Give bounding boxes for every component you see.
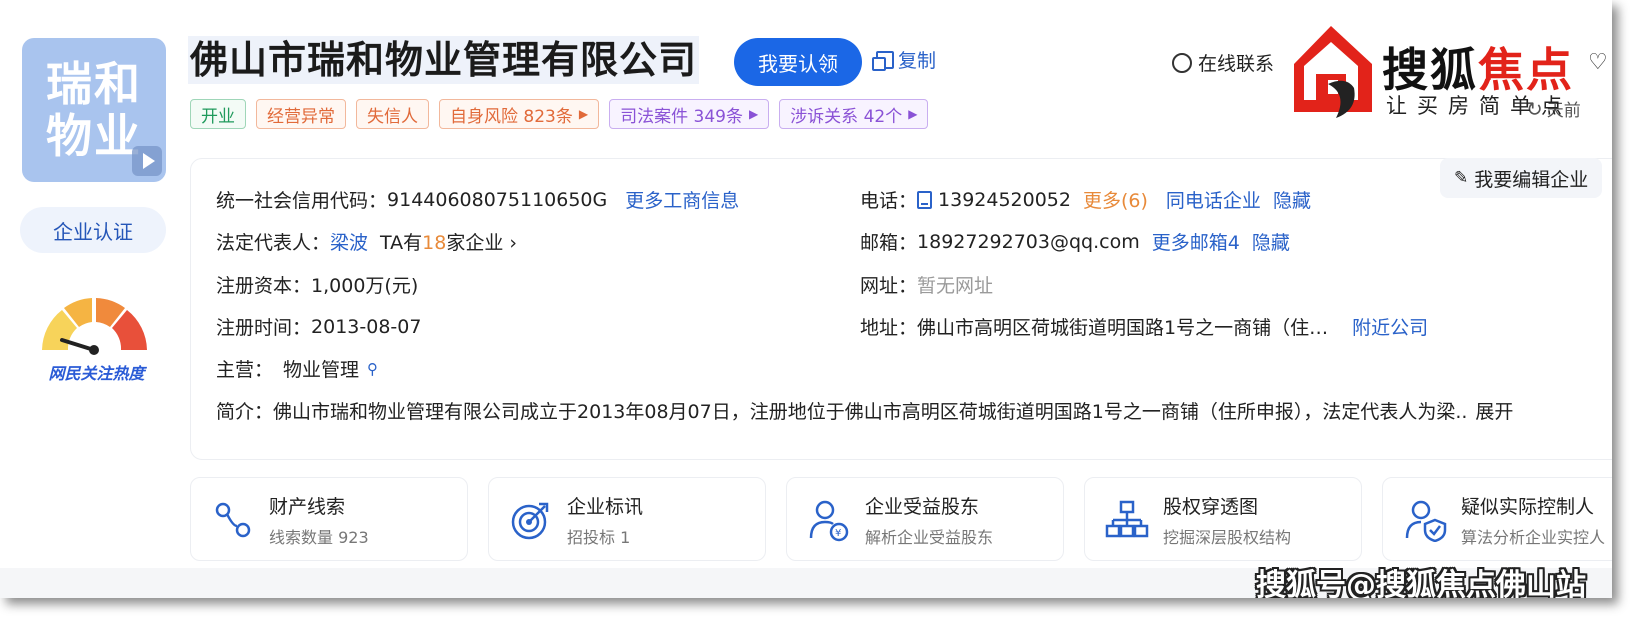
address-value: 佛山市高明区荷城街道明国路1号之一商铺（住… [917,317,1329,339]
reg-time-value: 2013-08-07 [311,315,422,338]
online-contact-label: 在线联系 [1198,53,1275,75]
reg-capital-row: 注册资本： 1,000万(元) [216,271,418,298]
watermark-tagline: 让买房简单点 [1386,94,1572,118]
email-hide-link[interactable]: 隐藏 [1252,228,1290,255]
tag-dishonest[interactable]: 失信人 [356,99,429,129]
phone-icon [917,190,933,209]
chat-icon [1172,52,1192,73]
website-row: 网址： 暂无网址 [860,271,993,298]
intro-expand-link[interactable]: 展开 [1475,397,1513,424]
same-phone-companies-link[interactable]: 同电话企业 [1166,186,1261,213]
phone-more-link[interactable]: 更多(6) [1083,186,1148,213]
copy-link[interactable]: 复制 [872,46,937,73]
beneficiary-icon: ¥ [809,500,849,542]
phone-hide-link[interactable]: 隐藏 [1273,186,1311,213]
watermark-brand-accent: 焦点 [1478,43,1574,97]
website-value: 暂无网址 [917,275,994,297]
credit-code-row: 统一社会信用代码： 91440608075110650G 更多工商信息 [216,186,739,213]
reg-time-row: 注册时间： 2013-08-07 [216,315,422,340]
tag-abnormal[interactable]: 经营异常 [256,99,346,129]
nearby-companies-link[interactable]: 附近公司 [1352,313,1428,340]
controller-shield-icon [1405,500,1447,542]
claim-button[interactable]: 我要认领 [734,38,862,86]
logo-line-1: 瑞和 [46,57,142,111]
main-business-value: 物业管理 [283,359,360,381]
bid-target-icon [511,502,549,540]
asset-clue-icon [215,502,251,538]
page-frame: 瑞和 物业 企业认证 网民关注热度 佛山市瑞和物业管理有限公司 我要认领 复制 … [0,0,1612,598]
svg-text:¥: ¥ [835,528,841,539]
status-tags: 开业 经营异常 失信人 自身风险 823条 ▶ 司法案件 349条 ▶ 涉诉关系 4… [190,99,929,129]
edit-company-button[interactable]: ✎ 我要编辑企业 [1440,158,1603,198]
feature-card-controller[interactable]: 疑似实际控制人 算法分析企业实控人 [1382,477,1612,561]
legal-rep-companies-link[interactable]: TA有18家企业 › [380,228,517,255]
search-icon[interactable]: ⚲ [367,360,378,378]
caret-right-icon: ▶ [578,107,589,121]
copy-label: 复制 [898,50,937,72]
tag-open[interactable]: 开业 [190,99,246,129]
watermark-bottom-text: 搜狐号@搜狐焦点佛山站 [1256,568,1586,598]
enterprise-cert-button[interactable]: 企业认证 [20,207,166,253]
watermark-brand-main: 搜狐 [1382,43,1478,97]
copy-icon [872,50,894,71]
feature-card-asset-clues[interactable]: 财产线索 线索数量 923 [190,477,468,561]
online-contact-link[interactable]: 在线联系 [1172,49,1274,76]
tag-litigation[interactable]: 涉诉关系 42个 ▶ [779,99,929,129]
phone-row: 电话： 13924520052 更多(6) 同电话企业 隐藏 [860,186,1311,213]
sohu-focus-watermark: 搜狐焦点 让买房简单点 [1288,24,1588,120]
play-icon[interactable] [132,146,162,176]
intro-row: 简介： 佛山市瑞和物业管理有限公司成立于2013年08月07日，注册地位于佛山市… [216,397,1513,424]
legal-rep-name-link[interactable]: 梁波 [330,228,368,255]
heat-gauge-icon [42,298,147,355]
heat-label: 网民关注热度 [48,364,145,383]
company-name: 佛山市瑞和物业管理有限公司 [188,36,700,84]
email-row: 邮箱： 18927292703@qq.com 更多邮箱4 隐藏 [860,228,1290,255]
logo-line-2: 物业 [46,109,142,163]
caret-right-icon: ▶ [748,107,759,121]
more-emails-link[interactable]: 更多邮箱4 [1152,228,1240,255]
main-business-row: 主营： 物业管理 ⚲ [216,355,378,382]
tag-self-risk[interactable]: 自身风险 823条 ▶ [439,99,600,129]
caret-right-icon: ▶ [908,107,918,121]
company-logo[interactable]: 瑞和 物业 [22,38,166,182]
heart-icon[interactable]: ♡ [1588,50,1608,75]
chevron-right-icon: › [509,232,518,254]
house-logo-icon [1294,26,1372,118]
feature-card-equity-tree[interactable]: 股权穿透图 挖掘深层股权结构 [1084,477,1362,561]
edit-company-label: 我要编辑企业 [1474,168,1589,191]
reg-capital-value: 1,000万(元) [311,275,419,297]
tag-judicial-cases[interactable]: 司法案件 349条 ▶ [609,99,770,129]
address-row: 地址： 佛山市高明区荷城街道明国路1号之一商铺（住… 附近公司 [860,313,1428,340]
pencil-icon: ✎ [1454,168,1469,188]
legal-rep-row: 法定代表人： 梁波 TA有18家企业 › [216,228,517,255]
more-business-info-link[interactable]: 更多工商信息 [625,186,739,213]
feature-card-bids[interactable]: 企业标讯 招投标 1 [488,477,766,561]
intro-value: 佛山市瑞和物业管理有限公司成立于2013年08月07日，注册地位于佛山市高明区荷… [273,401,1468,423]
phone-value: 13924520052 [938,188,1071,211]
credit-code-value: 91440608075110650G [387,188,608,211]
email-value: 18927292703@qq.com [917,230,1140,253]
equity-tree-icon [1105,500,1149,538]
feature-card-beneficiaries[interactable]: ¥ 企业受益股东 解析企业受益股东 [786,477,1064,561]
